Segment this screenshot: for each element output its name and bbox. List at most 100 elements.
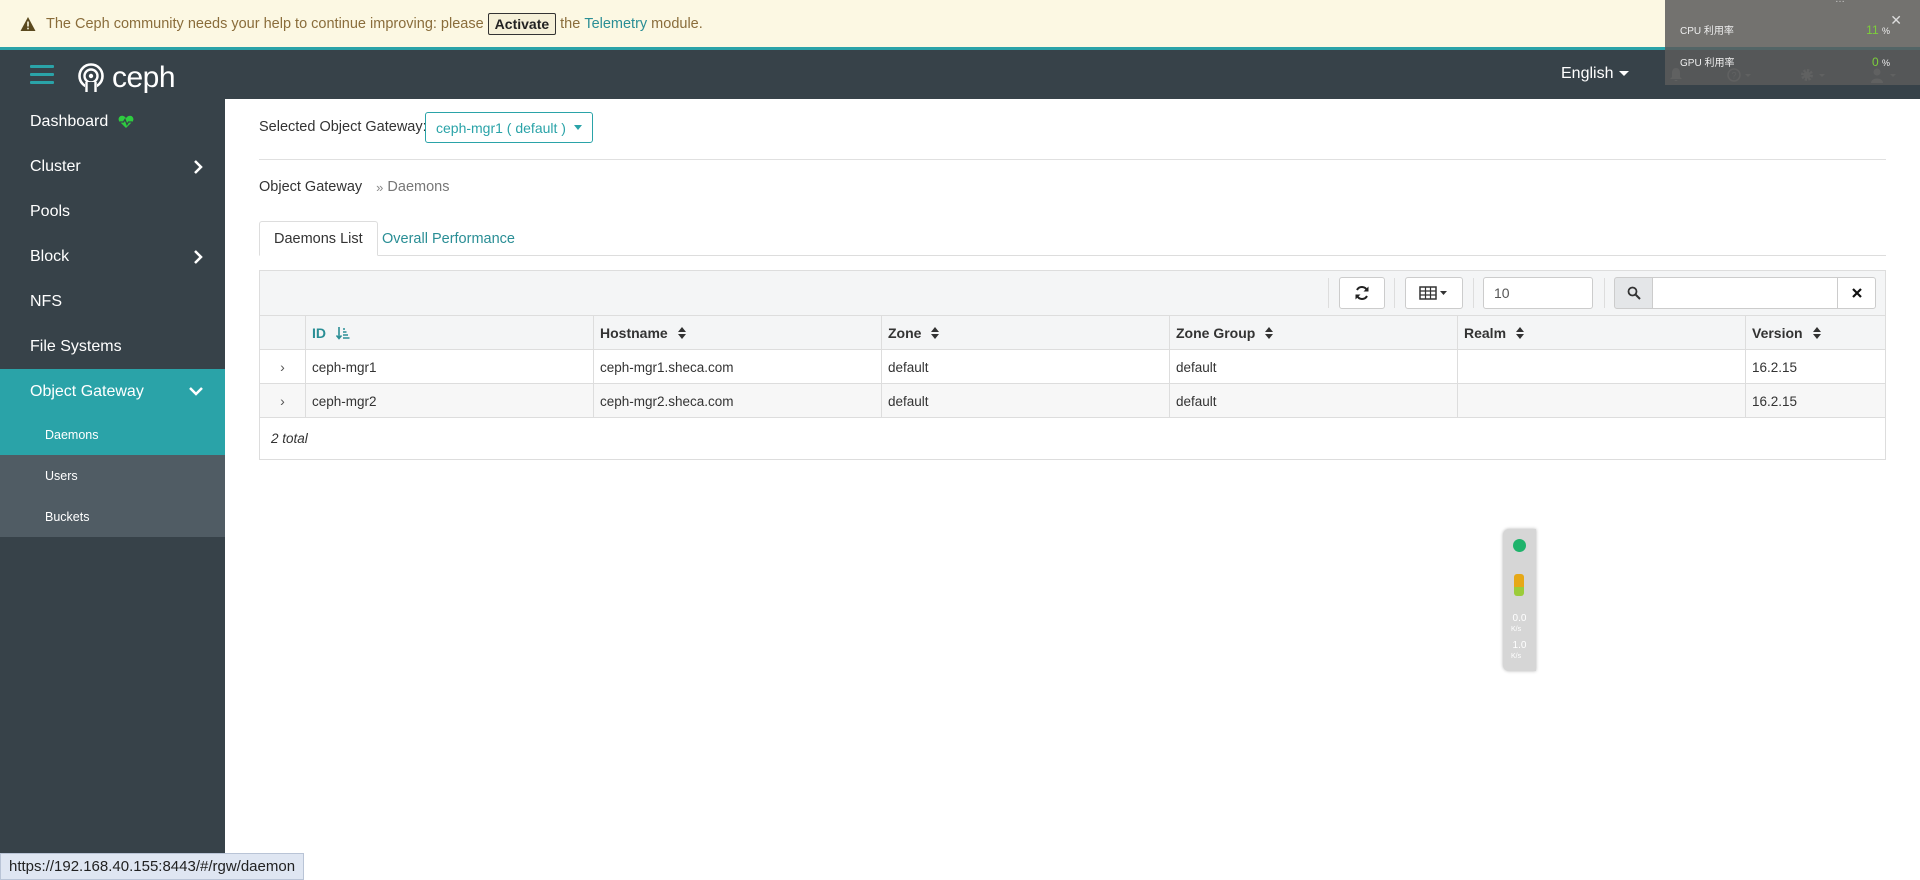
column-header-id[interactable]: ID bbox=[305, 316, 593, 350]
cell-zone: default bbox=[881, 384, 1169, 418]
page-size-input[interactable]: 10 bbox=[1483, 277, 1593, 309]
sidebar-subitem-buckets[interactable]: Buckets bbox=[0, 496, 225, 537]
column-label: Hostname bbox=[600, 325, 668, 341]
tab-overall-performance[interactable]: Overall Performance bbox=[368, 221, 529, 256]
breadcrumb-parent[interactable]: Object Gateway bbox=[259, 179, 362, 195]
gateway-label: Selected Object Gateway: bbox=[259, 119, 427, 135]
toolbar-separator bbox=[1394, 278, 1395, 308]
banner-text-end: module. bbox=[651, 15, 703, 32]
main-content: Selected Object Gateway: ceph-mgr1 ( def… bbox=[225, 99, 1920, 880]
daemons-table: 10 ID Hostname Zone Zone Group Realm Ver… bbox=[259, 270, 1886, 460]
refresh-icon bbox=[1355, 286, 1369, 300]
network-monitor-widget[interactable]: 0.0 K/s 1.0 K/s bbox=[1503, 529, 1536, 671]
toolbar-separator bbox=[1328, 278, 1329, 308]
gateway-selector[interactable]: ceph-mgr1 ( default ) bbox=[425, 112, 593, 143]
chevron-right-icon bbox=[194, 160, 203, 174]
download-unit: K/s bbox=[1511, 653, 1522, 660]
table-row[interactable]: › ceph-mgr1 ceph-mgr1.sheca.com default … bbox=[260, 350, 1885, 384]
memory-bar-icon bbox=[1514, 574, 1524, 596]
column-label: Zone Group bbox=[1176, 325, 1256, 341]
table-header: ID Hostname Zone Zone Group Realm Versio… bbox=[260, 316, 1885, 350]
sidebar-subitem-users[interactable]: Users bbox=[0, 455, 225, 496]
tab-daemons-list[interactable]: Daemons List bbox=[259, 221, 378, 256]
sidebar-item-object-gateway[interactable]: Object Gateway bbox=[0, 369, 225, 414]
upload-speed: 0.0 bbox=[1512, 613, 1527, 624]
sidebar-item-dashboard[interactable]: Dashboard bbox=[0, 99, 225, 144]
column-header-zone-group[interactable]: Zone Group bbox=[1169, 316, 1457, 350]
expand-row-icon[interactable]: › bbox=[260, 350, 305, 384]
sidebar-item-file-systems[interactable]: File Systems bbox=[0, 324, 225, 369]
clear-search-button[interactable] bbox=[1837, 277, 1876, 309]
gpu-value: 0 % bbox=[1871, 55, 1890, 69]
breadcrumb: Object Gateway » Daemons bbox=[259, 179, 449, 195]
chevron-right-icon bbox=[194, 250, 203, 264]
gpu-label: GPU 利用率 bbox=[1680, 58, 1735, 69]
table-footer-total: 2 total bbox=[271, 431, 308, 446]
sort-icon bbox=[931, 327, 940, 339]
banner-text-mid: the bbox=[560, 15, 581, 32]
chevron-down-icon bbox=[573, 125, 582, 130]
cell-hostname: ceph-mgr2.sheca.com bbox=[593, 384, 881, 418]
ceph-logo[interactable]: ceph bbox=[76, 61, 176, 95]
ceph-logo-icon bbox=[78, 63, 104, 93]
column-header-zone[interactable]: Zone bbox=[881, 316, 1169, 350]
top-navbar: ceph English ? bbox=[0, 50, 1920, 99]
sidebar-item-label: Pools bbox=[30, 202, 71, 220]
warning-icon bbox=[20, 16, 36, 31]
search-icon bbox=[1614, 277, 1653, 309]
close-icon[interactable]: ✕ bbox=[1890, 12, 1902, 29]
sidebar-subitem-label: Buckets bbox=[45, 509, 90, 524]
heart-icon bbox=[118, 115, 134, 128]
tab-bar: Daemons List Overall Performance bbox=[259, 221, 1886, 256]
banner-text: The Ceph community needs your help to co… bbox=[46, 15, 484, 32]
sidebar-item-nfs[interactable]: NFS bbox=[0, 279, 225, 324]
upload-unit: K/s bbox=[1511, 626, 1522, 633]
sidebar-subitem-label: Daemons bbox=[45, 427, 99, 442]
sidebar: Dashboard Cluster Pools Block NFS File S… bbox=[0, 99, 225, 880]
column-label: Version bbox=[1752, 325, 1803, 341]
refresh-button[interactable] bbox=[1339, 277, 1385, 309]
overlay-top-label: … bbox=[1835, 0, 1845, 5]
cell-id: ceph-mgr1 bbox=[305, 350, 593, 384]
search-input[interactable] bbox=[1652, 277, 1838, 309]
chevron-down-icon bbox=[1619, 71, 1630, 77]
column-label: Zone bbox=[888, 325, 922, 341]
system-monitor-overlay: … ✕ CPU 利用率 11 % GPU 利用率 0 % bbox=[1665, 0, 1920, 85]
sidebar-item-label: Object Gateway bbox=[30, 382, 144, 400]
chevron-down-icon bbox=[189, 387, 203, 396]
sidebar-item-label: Dashboard bbox=[30, 112, 109, 130]
expand-row-icon[interactable]: › bbox=[260, 384, 305, 418]
cpu-label: CPU 利用率 bbox=[1680, 26, 1734, 37]
cell-version: 16.2.15 bbox=[1745, 350, 1885, 384]
table-columns-icon bbox=[1419, 286, 1447, 300]
column-toggle-button[interactable] bbox=[1405, 277, 1463, 309]
sort-icon bbox=[1516, 327, 1525, 339]
sidebar-item-cluster[interactable]: Cluster bbox=[0, 144, 225, 189]
divider bbox=[259, 159, 1886, 160]
sidebar-item-pools[interactable]: Pools bbox=[0, 189, 225, 234]
column-header-version[interactable]: Version bbox=[1745, 316, 1885, 350]
toolbar-separator bbox=[1604, 278, 1605, 308]
sidebar-item-label: NFS bbox=[30, 292, 62, 310]
status-dot-icon bbox=[1513, 539, 1526, 552]
column-header-hostname[interactable]: Hostname bbox=[593, 316, 881, 350]
telemetry-banner: The Ceph community needs your help to co… bbox=[0, 0, 1920, 50]
language-selector[interactable]: English bbox=[1561, 65, 1630, 83]
close-icon bbox=[1851, 288, 1862, 298]
telemetry-link[interactable]: Telemetry bbox=[584, 16, 647, 32]
cell-zone-group: default bbox=[1169, 350, 1457, 384]
status-url: https://192.168.40.155:8443/#/rgw/daemon bbox=[0, 853, 305, 880]
sidebar-item-block[interactable]: Block bbox=[0, 234, 225, 279]
column-label: Realm bbox=[1464, 325, 1507, 341]
sidebar-subitem-daemons[interactable]: Daemons bbox=[0, 414, 225, 455]
table-row[interactable]: › ceph-mgr2 ceph-mgr2.sheca.com default … bbox=[260, 384, 1885, 418]
breadcrumb-separator: » bbox=[376, 179, 384, 195]
breadcrumb-current: Daemons bbox=[387, 179, 450, 195]
cell-zone-group: default bbox=[1169, 384, 1457, 418]
activate-button[interactable]: Activate bbox=[487, 12, 557, 35]
menu-toggle-icon[interactable] bbox=[30, 65, 54, 85]
language-label: English bbox=[1561, 65, 1614, 82]
column-header-realm[interactable]: Realm bbox=[1457, 316, 1745, 350]
download-speed: 1.0 bbox=[1512, 640, 1527, 651]
cell-realm bbox=[1457, 350, 1745, 384]
